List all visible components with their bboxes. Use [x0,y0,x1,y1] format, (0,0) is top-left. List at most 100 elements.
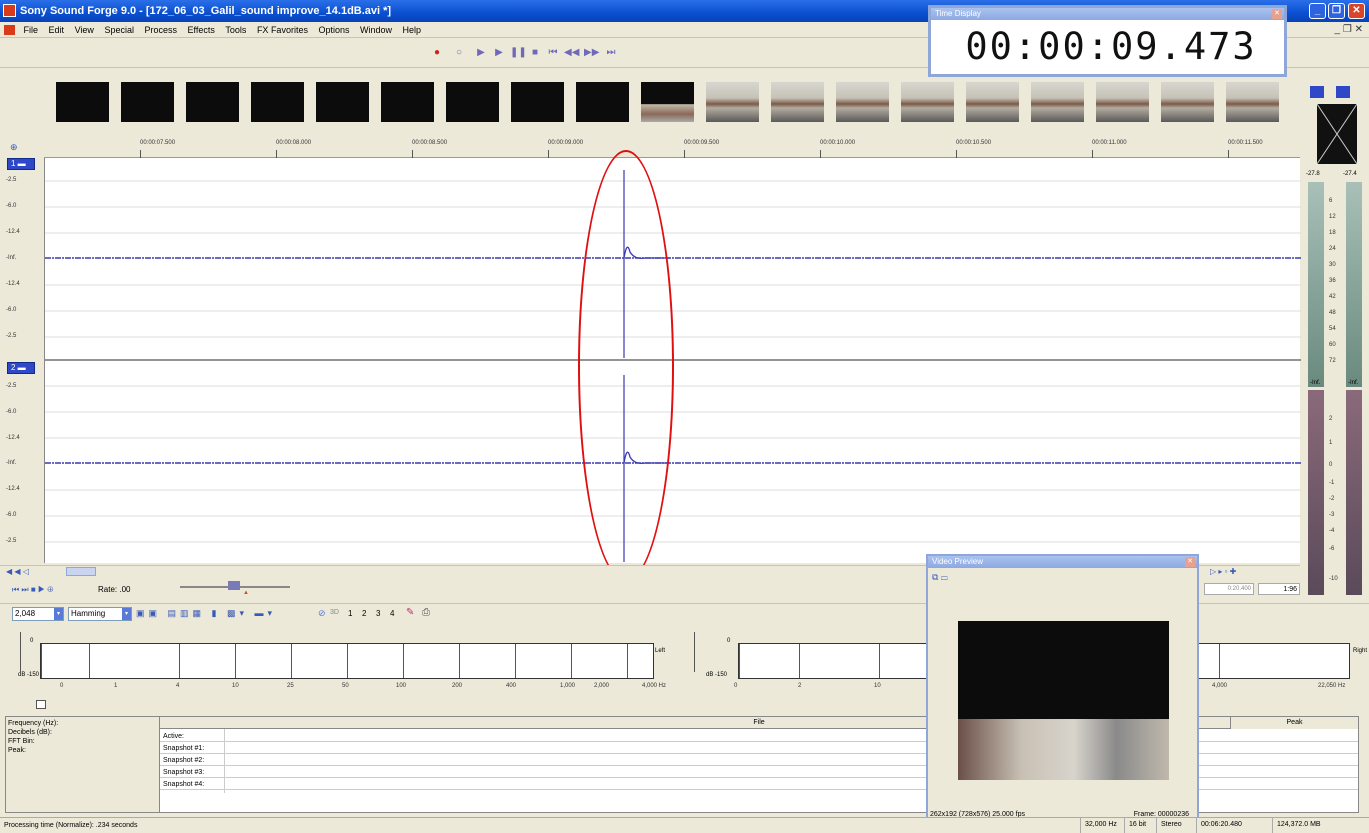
channel-2-badge[interactable]: 2 ▬ [7,362,35,374]
playbar-buttons-icon[interactable]: ⏮ ⏭ ■ ▶ ⊕ [12,585,53,595]
time-display-titlebar[interactable]: Time Display [931,8,1284,20]
y-label: -2.5 [6,177,17,183]
video-frame-thumb[interactable] [381,82,434,122]
rate-label: Rate: .00 [98,585,131,594]
video-frame-thumb[interactable] [901,82,954,122]
zoom-controls-icon[interactable]: ▷ ▸ ▫ ✚ [1210,567,1236,576]
menu-effects[interactable]: Effects [184,22,219,38]
chevron-down-icon[interactable]: ▾ [54,608,63,620]
video-frame-thumb[interactable] [836,82,889,122]
y-label: -12.4 [6,229,20,235]
rate-slider-thumb[interactable] [228,581,240,590]
y-label: -2.5 [6,538,17,544]
mdi-controls[interactable]: _ ❐ ✕ [1335,24,1363,35]
video-frame-thumb[interactable] [1031,82,1084,122]
video-frame-thumb[interactable] [706,82,759,122]
menu-tools[interactable]: Tools [221,22,250,38]
video-frame-thumb[interactable] [446,82,499,122]
channel-1-badge[interactable]: 1 ▬ [7,158,35,170]
menu-process[interactable]: Process [141,22,182,38]
snapshot-3d-label: 3D [330,609,339,616]
stop-button-icon[interactable]: ■ [528,46,542,60]
status-length: 00:06:20.480 [1196,817,1272,833]
ruler-label: 00:00:08.000 [276,140,312,146]
close-button[interactable]: ✕ [1348,3,1365,19]
play-button-icon[interactable]: ▶ [492,46,506,60]
video-preview-window[interactable]: Video Preview ✕ ⧉ ▭ 262x192 (728x576) 25… [926,554,1199,822]
horizontal-scroll-thumb[interactable] [66,567,96,576]
video-frame-thumb[interactable] [771,82,824,122]
annotation-ellipse [578,150,674,582]
video-preview-close-icon[interactable]: ✕ [1185,557,1195,567]
stat-label: Peak: [8,747,26,754]
scroll-arrows-icon[interactable]: ◀ ◀ ◁ [6,567,29,576]
forward-icon[interactable]: ▶▶ [584,46,599,60]
spectrum-left-axis [20,632,21,672]
menu-window[interactable]: Window [356,22,396,38]
go-to-end-icon[interactable]: ⏭ [604,46,618,60]
document-icon[interactable] [4,25,15,35]
video-frame-thumb[interactable] [186,82,239,122]
x-tick-label: 2 [798,683,802,689]
column-file[interactable]: File [753,719,764,726]
zoom-ratio-field[interactable]: 1:96 [1258,583,1300,595]
menu-special[interactable]: Special [100,22,138,38]
time-display-close-icon[interactable]: ✕ [1272,9,1282,19]
video-frame-thumb[interactable] [1096,82,1149,122]
video-frame-thumb[interactable] [966,82,1019,122]
snapshot-3-button[interactable]: 3 [376,609,380,618]
snapshot-1-button[interactable]: 1 [348,609,352,618]
printer-icon[interactable]: ⎙ [422,607,430,618]
menu-options[interactable]: Options [314,22,353,38]
pause-button-icon[interactable]: ❚❚ [510,46,527,60]
grid-v [627,644,628,678]
video-frame-thumb[interactable] [1161,82,1214,122]
minimize-button[interactable]: _ [1309,3,1326,19]
meter-channel-2-icon[interactable] [1336,86,1350,98]
rewind-icon[interactable]: ◀◀ [564,46,579,60]
loop-button-icon[interactable]: ○ [452,46,466,60]
menu-help[interactable]: Help [399,22,426,38]
spectrum-graph-left[interactable] [40,643,654,679]
go-to-start-icon[interactable]: ⏮ [546,46,560,60]
app-icon[interactable] [3,4,16,17]
position-field[interactable]: 0:20.400 [1204,583,1254,595]
pen-icon[interactable]: ✎ [406,607,414,618]
video-scene-image [958,719,1169,780]
snapshot-2-button[interactable]: 2 [362,609,366,618]
time-ruler[interactable]: 00:00:07.500 00:00:08.000 00:00:08.500 0… [44,140,1300,158]
video-frame-thumb[interactable] [1226,82,1279,122]
db-bottom-right: dB -150 [706,672,728,678]
grid-v [235,644,236,678]
video-filmstrip[interactable] [44,70,1300,134]
spectrum-scroll-box[interactable] [36,700,46,709]
time-display-window[interactable]: Time Display ✕ 00:00:09.473 [928,5,1287,77]
spectrum-tools-icon[interactable]: ▣▣ ▤▥▦ ▮ ▩▾ ▬▾ [136,608,276,619]
video-frame-thumb[interactable] [121,82,174,122]
video-frame-thumb[interactable] [251,82,304,122]
video-frame-thumb[interactable] [56,82,109,122]
menu-fx-favorites[interactable]: FX Favorites [253,22,312,38]
grid-v [41,644,42,678]
video-preview-tools-icon[interactable]: ⧉ ▭ [932,572,948,583]
video-frame-thumb[interactable] [511,82,564,122]
meter-channel-1-icon[interactable] [1310,86,1324,98]
menu-file[interactable]: File [20,22,43,38]
menu-view[interactable]: View [71,22,98,38]
snapshot-4-button[interactable]: 4 [390,609,394,618]
chevron-down-icon[interactable]: ▾ [122,608,131,620]
video-frame-thumb[interactable] [316,82,369,122]
video-frame-thumb[interactable] [576,82,629,122]
stop-icon[interactable]: ⊘ [318,608,326,619]
video-preview-titlebar[interactable]: Video Preview [928,556,1197,568]
rate-marker-icon: ▲ [243,590,249,596]
column-peak[interactable]: Peak [1230,717,1358,729]
vu-tick: -4 [1329,528,1335,534]
menu-edit[interactable]: Edit [45,22,69,38]
play-all-button-icon[interactable]: ▶ [474,46,488,60]
record-button-icon[interactable]: ● [430,46,444,60]
maximize-button[interactable]: ❐ [1328,3,1345,19]
zoom-icon[interactable]: ⊕ [10,142,18,153]
video-frame-thumb[interactable] [641,82,694,122]
vu-tick: 72 [1329,358,1336,364]
